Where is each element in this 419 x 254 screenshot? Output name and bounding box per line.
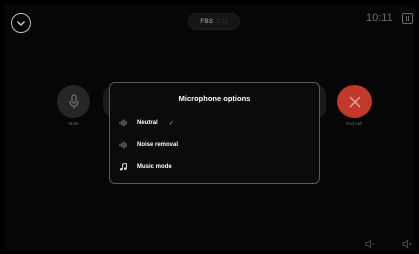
microphone-icon <box>68 93 79 108</box>
mute-button[interactable] <box>57 85 90 118</box>
music-note-icon <box>120 163 127 171</box>
volume-up-button[interactable] <box>402 236 412 254</box>
dialog-title: Microphone options <box>178 94 251 103</box>
mute-label: Mute <box>68 121 79 126</box>
end-call-button[interactable] <box>337 85 372 118</box>
end-call-label: End call <box>345 121 362 126</box>
call-info-pill[interactable]: FBS 0:11 <box>188 13 240 30</box>
option-label: Music mode <box>137 164 172 170</box>
speaker-volume-up-icon <box>402 239 412 249</box>
waveform-icon <box>119 141 127 149</box>
option-noise-removal[interactable]: Noise removal <box>119 139 178 151</box>
option-label: Neutral <box>137 120 158 126</box>
volume-down-button[interactable] <box>365 236 375 254</box>
option-neutral[interactable]: Neutral ✓ <box>119 117 175 129</box>
call-duration: 0:11 <box>216 18 228 25</box>
check-icon: ✓ <box>168 120 175 127</box>
option-music-mode[interactable]: Music mode <box>119 161 172 173</box>
layout-button[interactable] <box>402 13 413 24</box>
waveform-icon <box>119 119 127 127</box>
chevron-down-icon <box>17 20 25 26</box>
speaker-volume-down-icon <box>365 239 375 249</box>
call-id: FBS <box>200 18 214 25</box>
clock: 10:11 <box>366 12 393 24</box>
microphone-options-dialog: Microphone options Neutral ✓ Noise remov… <box>109 82 320 184</box>
close-icon <box>349 96 360 107</box>
collapse-button[interactable] <box>11 13 31 33</box>
option-label: Noise removal <box>137 142 179 148</box>
